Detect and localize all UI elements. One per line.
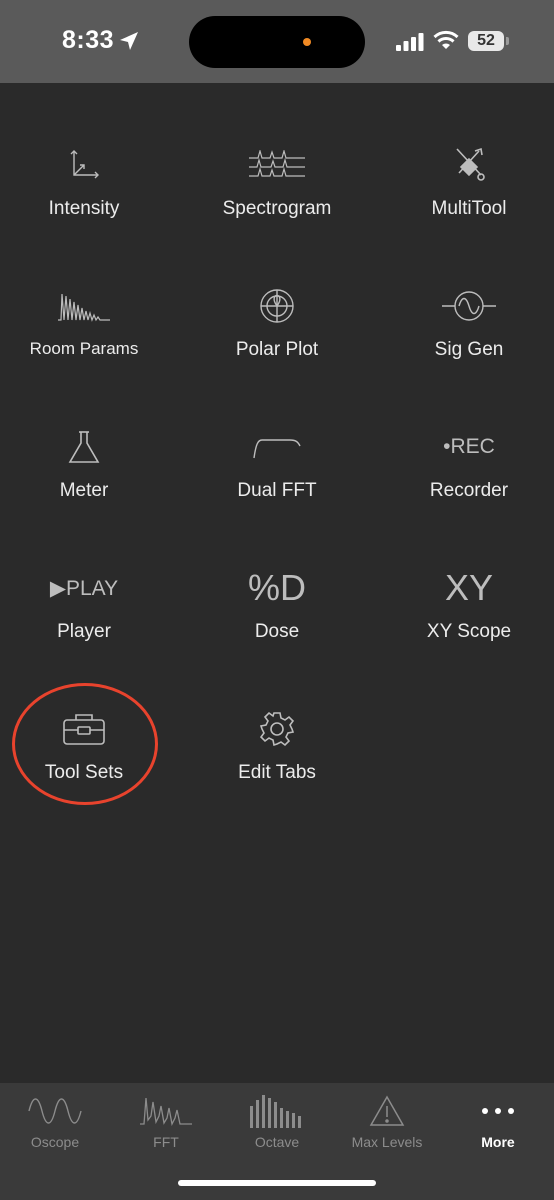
tool-label: Meter <box>59 480 109 501</box>
tab-label: Oscope <box>30 1134 80 1150</box>
fft-icon <box>111 1093 221 1129</box>
tab-more[interactable]: More <box>443 1083 553 1163</box>
room-params-icon <box>0 281 176 331</box>
tool-label: Room Params <box>29 339 139 358</box>
tab-octave[interactable]: Octave <box>222 1083 332 1163</box>
cellular-signal-icon <box>396 33 424 51</box>
flask-icon <box>0 422 176 472</box>
more-dots-icon <box>443 1093 553 1129</box>
tool-label: Spectrogram <box>222 198 332 219</box>
axes-icon <box>0 140 176 190</box>
tab-label: More <box>481 1134 515 1150</box>
tool-multitool[interactable]: MultiTool <box>377 140 554 260</box>
tool-label: Player <box>57 621 111 642</box>
play-icon-text: ▶PLAY <box>49 576 119 600</box>
tab-label: Octave <box>254 1134 300 1150</box>
sine-wave-icon <box>377 281 554 331</box>
tool-spectrogram[interactable]: Spectrogram <box>185 140 369 260</box>
octave-icon <box>222 1093 332 1129</box>
polar-plot-icon <box>185 281 369 331</box>
tool-label: Sig Gen <box>434 339 504 360</box>
tool-label: Dose <box>254 621 300 642</box>
tool-label: Polar Plot <box>235 339 319 360</box>
dose-icon: %D <box>185 563 369 613</box>
highlight-annotation-circle <box>12 683 158 805</box>
tab-max-levels[interactable]: Max Levels <box>332 1083 442 1163</box>
xy-icon-text: XY <box>444 567 494 608</box>
battery-cap <box>506 37 509 45</box>
tool-intensity[interactable]: Intensity <box>0 140 176 260</box>
tool-room-params[interactable]: Room Params <box>0 281 176 401</box>
dynamic-island <box>189 16 365 68</box>
tool-label: Recorder <box>429 480 509 501</box>
play-icon: ▶PLAY <box>0 563 176 613</box>
multitool-icon <box>377 140 554 190</box>
tool-recorder[interactable]: •REC Recorder <box>377 422 554 542</box>
tool-edit-tabs[interactable]: Edit Tabs <box>185 704 369 824</box>
wifi-icon <box>433 30 459 49</box>
tool-sig-gen[interactable]: Sig Gen <box>377 281 554 401</box>
rec-icon: •REC <box>377 422 554 472</box>
tool-dual-fft[interactable]: Dual FFT <box>185 422 369 542</box>
tool-player[interactable]: ▶PLAY Player <box>0 563 176 683</box>
status-bar: 8:33 52 <box>0 0 554 83</box>
tab-fft[interactable]: FFT <box>111 1083 221 1163</box>
spectrogram-icon <box>185 140 369 190</box>
tool-dose[interactable]: %D Dose <box>185 563 369 683</box>
tab-label: Max Levels <box>351 1134 423 1150</box>
tool-label: Edit Tabs <box>238 762 316 783</box>
warning-icon <box>332 1093 442 1129</box>
dual-fft-curve-icon <box>185 422 369 472</box>
tool-meter[interactable]: Meter <box>0 422 176 542</box>
xy-icon: XY <box>377 563 554 613</box>
tool-xy-scope[interactable]: XY XY Scope <box>377 563 554 683</box>
status-time: 8:33 <box>62 26 115 54</box>
privacy-indicator-dot <box>303 38 311 46</box>
dose-icon-text: %D <box>247 567 306 608</box>
rec-icon-text: •REC <box>443 435 495 458</box>
home-indicator[interactable] <box>178 1180 376 1186</box>
tool-label: MultiTool <box>431 198 507 219</box>
tool-label: XY Scope <box>426 621 512 642</box>
location-arrow-icon <box>120 32 138 50</box>
tool-label: Intensity <box>48 198 120 219</box>
tab-label: FFT <box>153 1134 179 1150</box>
oscope-icon <box>0 1093 110 1129</box>
tool-polar-plot[interactable]: Polar Plot <box>185 281 369 401</box>
battery-indicator: 52 <box>468 31 504 51</box>
gear-icon <box>185 704 369 754</box>
tab-oscope[interactable]: Oscope <box>0 1083 110 1163</box>
tool-label: Dual FFT <box>237 480 317 501</box>
